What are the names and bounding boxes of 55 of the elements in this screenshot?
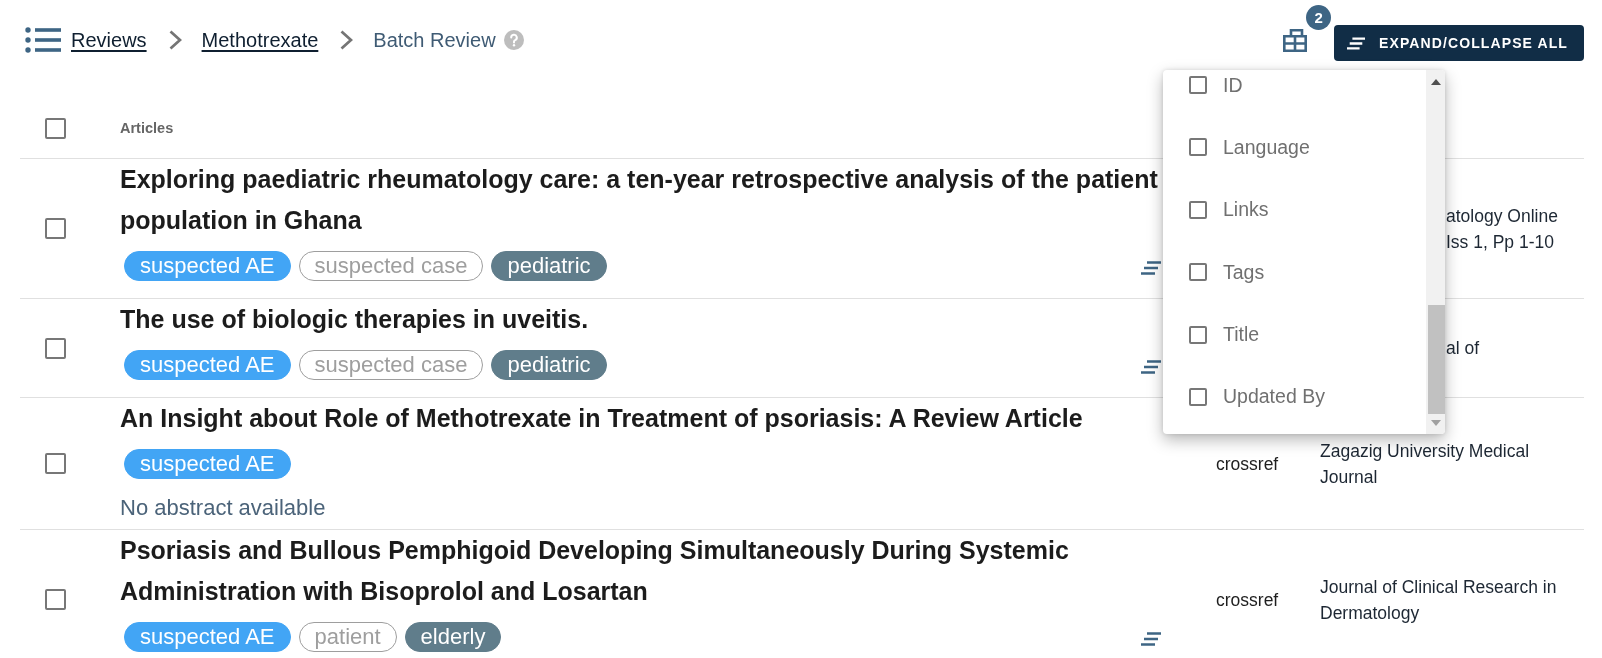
source-text: crossref	[1216, 453, 1279, 474]
article-tag: pediatric	[491, 251, 607, 281]
article-tag: elderly	[404, 622, 502, 652]
lines-icon[interactable]	[1141, 632, 1161, 646]
row-checkbox[interactable]	[45, 337, 66, 359]
article-title: Psoriasis and Bullous Pemphigoid Developing Simultaneously During Systemic Administration with Bisoprolol and Losartan	[120, 535, 1070, 607]
scrollbar-thumb[interactable]	[1428, 305, 1445, 414]
chevron-icon	[340, 30, 354, 50]
lines-icon	[1347, 36, 1366, 50]
article-tag: suspected case	[298, 251, 484, 281]
table-icon[interactable]	[1283, 28, 1308, 52]
scroll-down-icon[interactable]	[1430, 420, 1441, 426]
column-option[interactable]: Tags	[1223, 260, 1265, 284]
article-tag: patient	[298, 622, 397, 652]
checkbox[interactable]	[1189, 138, 1207, 157]
chevron-icon	[168, 30, 182, 50]
journal-text: Zagazig University Medical Journal	[1320, 439, 1531, 489]
article-tag: suspected AE	[124, 449, 291, 479]
article-title: Exploring paediatric rheumatology care: a ten-year retrospective analysis of the patient population in Ghana	[120, 164, 1159, 236]
journal-text: atology Online Iss 1, Pp 1-10	[1446, 204, 1559, 254]
breadcrumb-link[interactable]: Methotrexate	[201, 28, 319, 52]
row-checkbox[interactable]	[45, 453, 66, 474]
column-option[interactable]: Updated By	[1223, 385, 1325, 409]
row-checkbox[interactable]	[45, 218, 66, 239]
article-title: The use of biologic therapies in uveitis.	[120, 304, 590, 335]
checkbox[interactable]	[1189, 387, 1207, 406]
lines-icon[interactable]	[1141, 261, 1161, 275]
column-option[interactable]: ID	[1223, 73, 1243, 97]
checkbox[interactable]	[1189, 263, 1207, 282]
source-text: crossref	[1216, 589, 1279, 610]
select-all-checkbox[interactable]	[45, 117, 66, 139]
article-tag: suspected AE	[124, 251, 291, 281]
article-title: An Insight about Role of Methotrexate in Treatment of psoriasis: A Review Article	[120, 403, 1084, 434]
row-checkbox[interactable]	[45, 589, 66, 610]
no-abstract-text: No abstract available	[120, 495, 327, 521]
scroll-up-icon[interactable]	[1430, 79, 1441, 85]
journal-text: al of	[1446, 337, 1481, 360]
checkbox[interactable]	[1189, 200, 1207, 219]
journal-text: Journal of Clinical Research in Dermatology	[1320, 575, 1558, 625]
column-option[interactable]: Language	[1223, 135, 1310, 159]
article-tag: suspected AE	[124, 622, 291, 652]
column-option[interactable]: Links	[1223, 198, 1269, 222]
count-badge: 2	[1306, 5, 1332, 30]
menu-icon[interactable]	[25, 27, 61, 53]
column-option[interactable]: Title	[1223, 323, 1260, 347]
column-header: Articles	[120, 120, 174, 136]
article-tag: suspected AE	[124, 350, 291, 380]
expand-collapse-button[interactable]: EXPAND/COLLAPSE ALL	[1334, 25, 1584, 61]
checkbox[interactable]	[1189, 325, 1207, 344]
lines-icon[interactable]	[1141, 360, 1161, 374]
checkbox[interactable]	[1189, 76, 1207, 94]
breadcrumb-current: Batch Review	[373, 28, 496, 52]
article-tag: pediatric	[491, 350, 607, 380]
article-tag: suspected case	[298, 350, 484, 380]
breadcrumb-link[interactable]: Reviews	[71, 28, 147, 52]
